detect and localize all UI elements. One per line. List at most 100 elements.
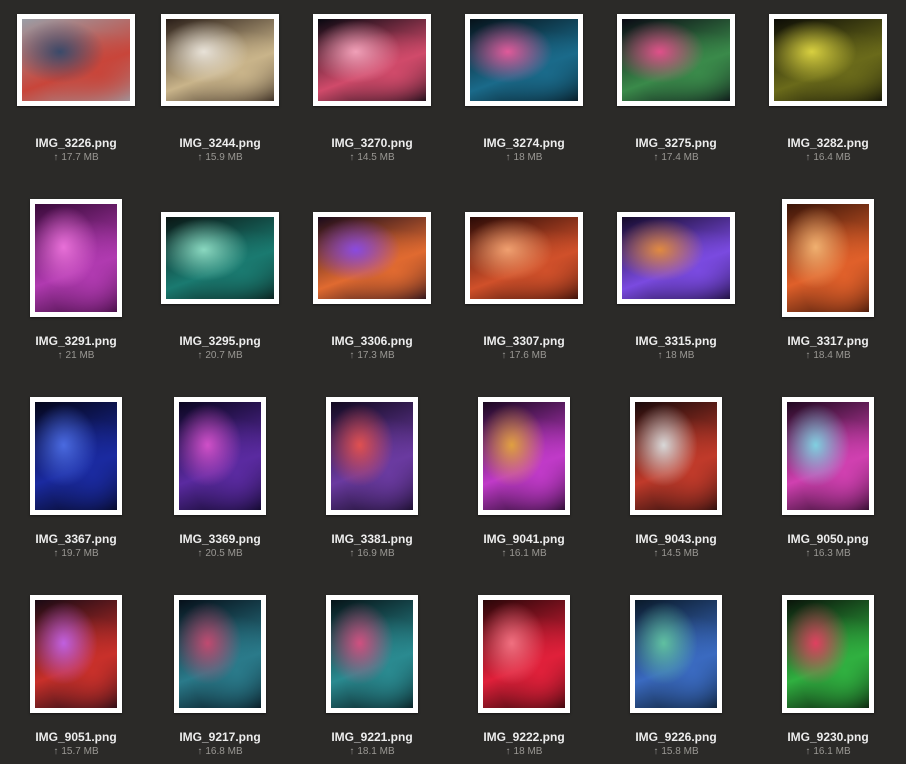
file-name[interactable]: IMG_9051.png: [0, 730, 152, 744]
thumbnail-frame[interactable]: [617, 14, 735, 106]
file-name[interactable]: IMG_3307.png: [448, 334, 600, 348]
file-item[interactable]: IMG_3275.png ↑ 17.4 MB: [600, 0, 752, 180]
photo-thumbnail[interactable]: [622, 217, 730, 299]
file-item[interactable]: IMG_3307.png ↑ 17.6 MB: [448, 198, 600, 378]
file-name[interactable]: IMG_3306.png: [296, 334, 448, 348]
thumbnail-frame[interactable]: [161, 14, 279, 106]
file-item[interactable]: IMG_3367.png ↑ 19.7 MB: [0, 396, 152, 576]
thumbnail-area[interactable]: [448, 396, 600, 516]
thumbnail-area[interactable]: [600, 0, 752, 120]
photo-thumbnail[interactable]: [635, 402, 717, 510]
thumbnail-frame[interactable]: [174, 595, 266, 713]
file-item[interactable]: IMG_9043.png ↑ 14.5 MB: [600, 396, 752, 576]
thumbnail-area[interactable]: [752, 0, 904, 120]
thumbnail-frame[interactable]: [30, 199, 122, 317]
photo-thumbnail[interactable]: [470, 19, 578, 101]
file-name[interactable]: IMG_3381.png: [296, 532, 448, 546]
photo-thumbnail[interactable]: [179, 402, 261, 510]
thumbnail-frame[interactable]: [782, 595, 874, 713]
file-name[interactable]: IMG_3317.png: [752, 334, 904, 348]
photo-thumbnail[interactable]: [331, 600, 413, 708]
photo-thumbnail[interactable]: [318, 19, 426, 101]
thumbnail-area[interactable]: [752, 396, 904, 516]
photo-thumbnail[interactable]: [22, 19, 130, 101]
file-name[interactable]: IMG_3275.png: [600, 136, 752, 150]
file-item[interactable]: IMG_3295.png ↑ 20.7 MB: [144, 198, 296, 378]
thumbnail-frame[interactable]: [313, 212, 431, 304]
thumbnail-frame[interactable]: [17, 14, 135, 106]
thumbnail-area[interactable]: [0, 198, 152, 318]
photo-thumbnail[interactable]: [318, 217, 426, 299]
file-name[interactable]: IMG_3270.png: [296, 136, 448, 150]
thumbnail-area[interactable]: [0, 0, 152, 120]
file-name[interactable]: IMG_3367.png: [0, 532, 152, 546]
file-item[interactable]: IMG_3369.png ↑ 20.5 MB: [144, 396, 296, 576]
file-item[interactable]: IMG_3226.png ↑ 17.7 MB: [0, 0, 152, 180]
photo-thumbnail[interactable]: [166, 217, 274, 299]
photo-thumbnail[interactable]: [787, 402, 869, 510]
file-item[interactable]: IMG_3282.png ↑ 16.4 MB: [752, 0, 904, 180]
thumbnail-area[interactable]: [296, 594, 448, 714]
thumbnail-frame[interactable]: [782, 199, 874, 317]
photo-thumbnail[interactable]: [35, 204, 117, 312]
photo-thumbnail[interactable]: [331, 402, 413, 510]
photo-thumbnail[interactable]: [179, 600, 261, 708]
file-name[interactable]: IMG_9226.png: [600, 730, 752, 744]
file-name[interactable]: IMG_9221.png: [296, 730, 448, 744]
file-name[interactable]: IMG_9222.png: [448, 730, 600, 744]
file-item[interactable]: IMG_9041.png ↑ 16.1 MB: [448, 396, 600, 576]
thumbnail-frame[interactable]: [174, 397, 266, 515]
thumbnail-frame[interactable]: [465, 212, 583, 304]
thumbnail-frame[interactable]: [769, 14, 887, 106]
file-item[interactable]: IMG_3270.png ↑ 14.5 MB: [296, 0, 448, 180]
photo-thumbnail[interactable]: [635, 600, 717, 708]
thumbnail-area[interactable]: [296, 396, 448, 516]
thumbnail-area[interactable]: [752, 198, 904, 318]
file-item[interactable]: IMG_9230.png ↑ 16.1 MB: [752, 594, 904, 764]
thumbnail-frame[interactable]: [630, 595, 722, 713]
thumbnail-area[interactable]: [448, 594, 600, 714]
file-item[interactable]: IMG_3381.png ↑ 16.9 MB: [296, 396, 448, 576]
file-name[interactable]: IMG_9230.png: [752, 730, 904, 744]
file-name[interactable]: IMG_3244.png: [144, 136, 296, 150]
thumbnail-area[interactable]: [600, 594, 752, 714]
thumbnail-area[interactable]: [448, 198, 600, 318]
photo-thumbnail[interactable]: [787, 204, 869, 312]
file-item[interactable]: IMG_9217.png ↑ 16.8 MB: [144, 594, 296, 764]
file-item[interactable]: IMG_3315.png ↑ 18 MB: [600, 198, 752, 378]
thumbnail-area[interactable]: [0, 396, 152, 516]
thumbnail-frame[interactable]: [782, 397, 874, 515]
file-name[interactable]: IMG_9043.png: [600, 532, 752, 546]
thumbnail-area[interactable]: [144, 0, 296, 120]
photo-thumbnail[interactable]: [35, 402, 117, 510]
photo-thumbnail[interactable]: [166, 19, 274, 101]
thumbnail-area[interactable]: [600, 198, 752, 318]
file-name[interactable]: IMG_3226.png: [0, 136, 152, 150]
file-item[interactable]: IMG_3291.png ↑ 21 MB: [0, 198, 152, 378]
file-item[interactable]: IMG_3274.png ↑ 18 MB: [448, 0, 600, 180]
file-name[interactable]: IMG_9050.png: [752, 532, 904, 546]
file-item[interactable]: IMG_9221.png ↑ 18.1 MB: [296, 594, 448, 764]
thumbnail-area[interactable]: [600, 396, 752, 516]
file-item[interactable]: IMG_9226.png ↑ 15.8 MB: [600, 594, 752, 764]
file-name[interactable]: IMG_3282.png: [752, 136, 904, 150]
thumbnail-frame[interactable]: [478, 397, 570, 515]
photo-thumbnail[interactable]: [787, 600, 869, 708]
file-item[interactable]: IMG_9051.png ↑ 15.7 MB: [0, 594, 152, 764]
file-name[interactable]: IMG_3295.png: [144, 334, 296, 348]
thumbnail-frame[interactable]: [326, 397, 418, 515]
thumbnail-frame[interactable]: [617, 212, 735, 304]
photo-thumbnail[interactable]: [622, 19, 730, 101]
photo-thumbnail[interactable]: [470, 217, 578, 299]
thumbnail-area[interactable]: [144, 396, 296, 516]
file-item[interactable]: IMG_9222.png ↑ 18 MB: [448, 594, 600, 764]
file-name[interactable]: IMG_9041.png: [448, 532, 600, 546]
thumbnail-frame[interactable]: [30, 595, 122, 713]
thumbnail-frame[interactable]: [326, 595, 418, 713]
photo-thumbnail[interactable]: [774, 19, 882, 101]
photo-thumbnail[interactable]: [483, 600, 565, 708]
file-item[interactable]: IMG_9050.png ↑ 16.3 MB: [752, 396, 904, 576]
file-item[interactable]: IMG_3244.png ↑ 15.9 MB: [144, 0, 296, 180]
file-item[interactable]: IMG_3317.png ↑ 18.4 MB: [752, 198, 904, 378]
file-name[interactable]: IMG_3274.png: [448, 136, 600, 150]
